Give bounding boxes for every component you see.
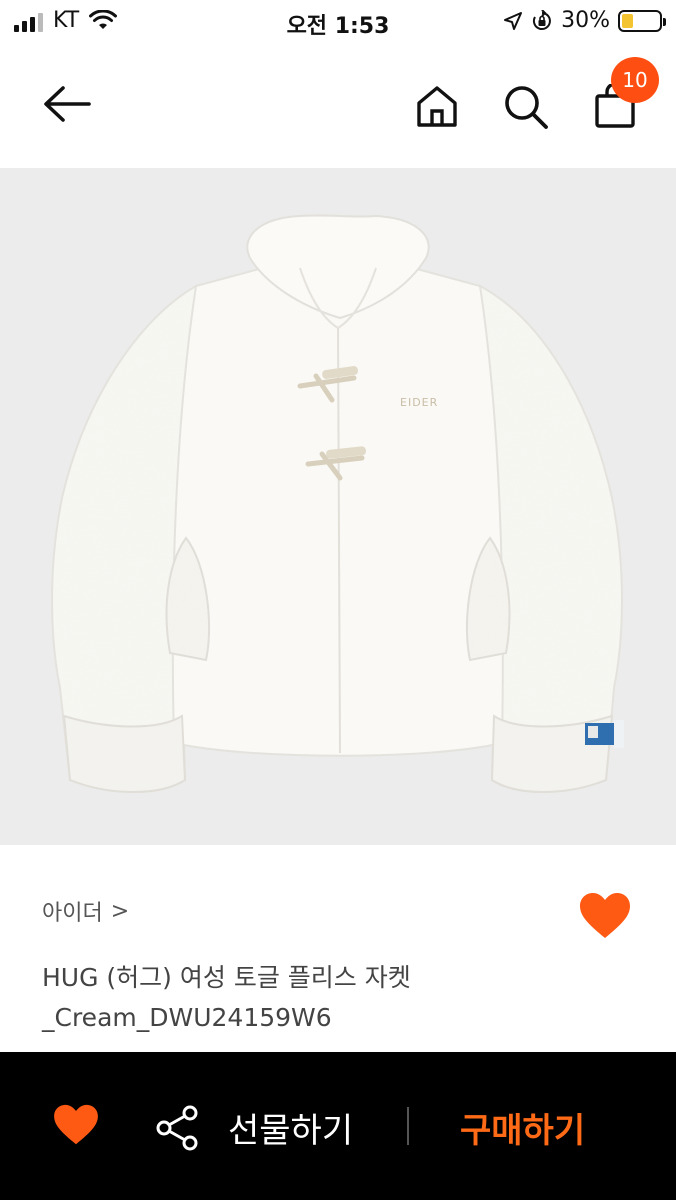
battery-level	[622, 13, 633, 28]
gift-button[interactable]: 선물하기	[228, 1103, 353, 1152]
jacket-logo-text: EIDER	[400, 396, 438, 409]
product-image[interactable]: EIDER	[0, 168, 676, 845]
buy-button[interactable]: 구매하기	[460, 1103, 585, 1152]
bottom-divider	[407, 1107, 409, 1145]
orientation-lock-icon	[533, 9, 551, 30]
chevron-right-icon: >	[110, 898, 130, 924]
battery-percent: 30%	[561, 8, 610, 33]
back-arrow-icon[interactable]	[42, 84, 92, 124]
product-name-line2: _Cream_DWU24159W6	[42, 1003, 332, 1032]
product-name-line1: HUG (허그) 여성 토글 플리스 자켓	[42, 963, 411, 992]
search-icon[interactable]	[503, 84, 549, 130]
product-name: HUG (허그) 여성 토글 플리스 자켓 _Cream_DWU24159W6	[42, 958, 642, 1038]
wishlist-heart-icon[interactable]	[578, 892, 632, 940]
status-right: 30%	[503, 8, 666, 33]
brand-label: 아이더	[42, 901, 103, 926]
home-icon[interactable]	[415, 84, 459, 128]
status-bar: KT 오전 1:53 30%	[0, 0, 676, 44]
fleece-jacket-image: EIDER	[51, 214, 624, 793]
share-icon[interactable]	[154, 1104, 202, 1152]
battery-icon	[618, 9, 666, 32]
location-icon	[504, 11, 523, 30]
cart-count-badge: 10	[611, 57, 659, 103]
brand-link[interactable]: 아이더 >	[42, 895, 129, 927]
heart-icon[interactable]	[52, 1104, 100, 1146]
top-nav	[0, 50, 676, 160]
